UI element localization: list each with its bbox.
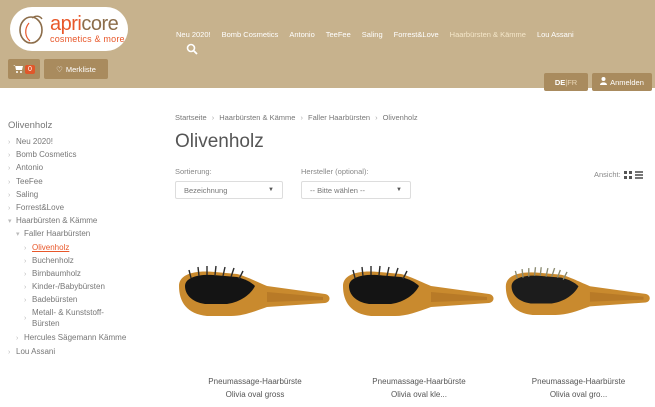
page: { "brand": {"name_a": "apri", "name_b": … [0, 0, 655, 407]
sidebar-item-neu-2020[interactable]: › Neu 2020! [8, 135, 168, 148]
chevron-down-icon: ▼ [268, 187, 274, 193]
sidebar-item-olivenholz[interactable]: › Olivenholz [8, 241, 168, 254]
hairbrush-image[interactable] [339, 252, 499, 332]
sidebar-item-bomb-cosmetics[interactable]: › Bomb Cosmetics [8, 148, 168, 161]
product-name-line1[interactable]: Pneumassage-Haarbürste [175, 375, 335, 388]
language-switch[interactable]: DE | FR [544, 73, 588, 91]
product-name-line2[interactable]: Olivia oval gro... [502, 388, 655, 401]
cart-icon [13, 60, 24, 78]
topnav-item-antonio[interactable]: Antonio [289, 30, 314, 39]
maker-value: -- Bitte wählen -- [310, 185, 366, 195]
sidebar-item-saling[interactable]: › Saling [8, 188, 168, 201]
product-card[interactable]: Pneumassage-Haarbürste Olivia oval kle..… [339, 232, 499, 402]
maker-label: Hersteller (optional): [301, 167, 369, 176]
sort-select[interactable]: Bezeichnung ▼ [175, 181, 283, 199]
breadcrumb-faller[interactable]: Faller Haarbürsten [308, 113, 370, 122]
sort-value: Bezeichnung [184, 185, 228, 195]
sidebar-item-antonio[interactable]: › Antonio [8, 161, 168, 174]
topnav-item-forrest-love[interactable]: Forrest&Love [394, 30, 439, 39]
heart-icon: ♡ [56, 64, 63, 74]
search-icon[interactable] [186, 42, 198, 55]
lang-fr[interactable]: FR [567, 78, 577, 87]
brand-name-part-a: apri [50, 13, 82, 35]
product-name-line1[interactable]: Pneumassage-Haarbürste [339, 375, 499, 388]
wishlist-button[interactable]: ♡ Merkliste [44, 59, 108, 79]
sidebar-item-badebuersten[interactable]: › Badebürsten [8, 293, 168, 306]
sidebar-item-lou-assani[interactable]: › Lou Assani [8, 345, 168, 358]
topnav-item-haarbuersten[interactable]: Haarbürsten & Kämme [450, 30, 526, 39]
top-navigation: Neu 2020! Bomb Cosmetics Antonio TeeFee … [176, 30, 585, 39]
product-name-line2[interactable]: Olivia oval kle... [339, 388, 499, 401]
breadcrumb-olivenholz[interactable]: Olivenholz [383, 113, 418, 122]
sidebar-item-metall-kunststoff[interactable]: › Metall- & Kunststoff-Bürsten [8, 306, 168, 331]
view-label: Ansicht: [594, 170, 621, 179]
sidebar-item-forrest-love[interactable]: › Forrest&Love [8, 201, 168, 214]
sidebar-item-faller[interactable]: ▾ Faller Haarbürsten [8, 227, 168, 240]
apricot-logo-icon [16, 13, 48, 45]
sidebar-item-kinderbuersten[interactable]: › Kinder-/Babybürsten [8, 280, 168, 293]
topnav-item-saling[interactable]: Saling [362, 30, 383, 39]
list-view-icon[interactable] [634, 170, 643, 179]
product-name-line1[interactable]: Pneumassage-Haarbürste [502, 375, 655, 388]
breadcrumb-haarbuersten[interactable]: Haarbürsten & Kämme [219, 113, 295, 122]
login-label: Anmelden [610, 77, 644, 87]
topnav-item-lou-assani[interactable]: Lou Assani [537, 30, 574, 39]
sidebar-item-teefee[interactable]: › TeeFee [8, 175, 168, 188]
page-title: Olivenholz [175, 131, 264, 152]
topnav-item-bomb-cosmetics[interactable]: Bomb Cosmetics [222, 30, 279, 39]
sidebar-item-buchenholz[interactable]: › Buchenholz [8, 254, 168, 267]
wishlist-label: Merkliste [65, 64, 96, 74]
sidebar-item-birnbaumholz[interactable]: › Birnbaumholz [8, 267, 168, 280]
hairbrush-image[interactable] [502, 252, 655, 332]
sort-label: Sortierung: [175, 167, 212, 176]
topnav-item-neu-2020[interactable]: Neu 2020! [176, 30, 211, 39]
view-switch: Ansicht: [594, 170, 643, 179]
brand-tagline: cosmetics & more [50, 34, 125, 44]
category-sidebar: Olivenholz › Neu 2020! › Bomb Cosmetics › A… [8, 120, 168, 358]
lang-de[interactable]: DE [555, 78, 565, 87]
breadcrumb-startseite[interactable]: Startseite [175, 113, 207, 122]
sidebar-title: Olivenholz [8, 120, 53, 131]
login-button[interactable]: Anmelden [592, 73, 652, 91]
maker-select[interactable]: -- Bitte wählen -- ▼ [301, 181, 411, 199]
product-card[interactable]: Pneumassage-Haarbürste Olivia oval gro..… [502, 232, 655, 402]
brand-logo[interactable]: apricore cosmetics & more [10, 7, 128, 51]
chevron-down-icon: ▼ [396, 187, 402, 193]
cart-button[interactable]: 0 [8, 59, 40, 79]
topnav-item-teefee[interactable]: TeeFee [326, 30, 351, 39]
sidebar-item-hercules[interactable]: › Hercules Sägemann Kämme [8, 331, 168, 344]
sidebar-item-haarbuersten[interactable]: ▾ Haarbürsten & Kämme [8, 214, 168, 227]
grid-view-icon[interactable] [623, 170, 632, 179]
product-card[interactable]: Pneumassage-Haarbürste Olivia oval gross [175, 232, 335, 402]
product-name-line2[interactable]: Olivia oval gross [175, 388, 335, 401]
hairbrush-image[interactable] [175, 252, 335, 332]
breadcrumb: Startseite › Haarbürsten & Kämme › Faller Ha… [175, 113, 418, 122]
user-icon [600, 77, 608, 87]
cart-count-badge: 0 [25, 64, 35, 74]
brand-name-part-b: core [81, 13, 119, 35]
